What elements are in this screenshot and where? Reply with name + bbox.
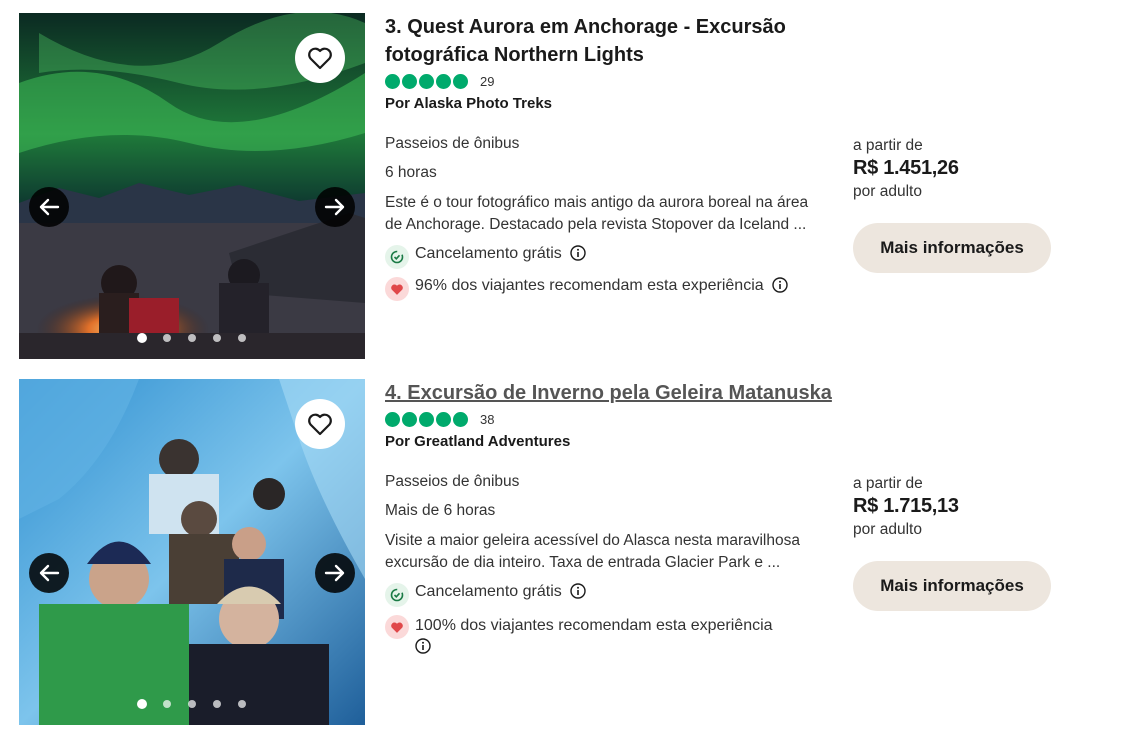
heart-outline-icon bbox=[308, 413, 332, 436]
pagination-dot[interactable] bbox=[137, 333, 147, 343]
tour-category: Passeios de ônibus bbox=[385, 135, 520, 152]
product-card: 3. Quest Aurora em Anchorage - Excursão … bbox=[19, 13, 1129, 359]
tour-category: Passeios de ônibus bbox=[385, 473, 520, 490]
free-cancellation-row: Cancelamento grátis bbox=[385, 583, 845, 607]
rating-bubble-icon bbox=[453, 73, 468, 89]
product-info: 4. Excursão de Inverno pela Geleira Mata… bbox=[385, 379, 845, 659]
info-circle-icon[interactable] bbox=[570, 245, 586, 261]
price-value: R$ 1.451,26 bbox=[853, 157, 959, 179]
more-info-button[interactable]: Mais informações bbox=[853, 561, 1051, 611]
arrow-left-icon bbox=[39, 564, 60, 582]
next-photo-button[interactable] bbox=[315, 187, 355, 227]
free-cancellation-label: Cancelamento grátis bbox=[415, 245, 562, 262]
info-circle-icon[interactable] bbox=[570, 583, 586, 599]
free-cancellation-row: Cancelamento grátis bbox=[385, 245, 845, 269]
pagination-dot[interactable] bbox=[163, 700, 171, 708]
tour-description: Este é o tour fotográfico mais antigo da… bbox=[385, 194, 809, 233]
pagination-dot[interactable] bbox=[137, 699, 147, 709]
pagination-dot[interactable] bbox=[188, 700, 196, 708]
pagination-dot[interactable] bbox=[238, 700, 246, 708]
info-circle-icon[interactable] bbox=[771, 277, 788, 293]
product-info: 3. Quest Aurora em Anchorage - Excursão … bbox=[385, 13, 845, 301]
next-photo-button[interactable] bbox=[315, 553, 355, 593]
recommendation-label: 96% dos viajantes recomendam esta experi… bbox=[415, 277, 764, 294]
operator-name: Por Alaska Photo Treks bbox=[385, 95, 553, 112]
previous-photo-button[interactable] bbox=[29, 187, 69, 227]
rating-bubble-icon bbox=[402, 411, 417, 427]
arrow-right-icon bbox=[324, 198, 345, 216]
pagination-dot[interactable] bbox=[213, 334, 221, 342]
price-column: a partir de R$ 1.451,26 por adulto Mais … bbox=[853, 13, 1073, 273]
rating-bubble-icon bbox=[402, 73, 417, 89]
price-value: R$ 1.715,13 bbox=[853, 495, 959, 517]
pagination-dot[interactable] bbox=[213, 700, 221, 708]
tour-duration: 6 horas bbox=[385, 164, 437, 181]
price-from-label: a partir de bbox=[853, 475, 923, 492]
previous-photo-button[interactable] bbox=[29, 553, 69, 593]
product-photo-aurora[interactable] bbox=[19, 13, 365, 359]
recommendation-row: 100% dos viajantes recomendam esta exper… bbox=[385, 615, 845, 659]
recommendation-row: 96% dos viajantes recomendam esta experi… bbox=[385, 277, 845, 301]
save-favorite-button[interactable] bbox=[295, 33, 345, 83]
recommendation-label: 100% dos viajantes recomendam esta exper… bbox=[415, 617, 773, 634]
heart-filled-icon bbox=[385, 615, 409, 639]
price-per-label: por adulto bbox=[853, 521, 922, 538]
save-favorite-button[interactable] bbox=[295, 399, 345, 449]
photo-pagination-dots bbox=[137, 333, 262, 343]
pagination-dot[interactable] bbox=[238, 334, 246, 342]
tour-duration: Mais de 6 horas bbox=[385, 502, 496, 519]
rating-bubbles bbox=[385, 411, 468, 427]
more-info-button[interactable]: Mais informações bbox=[853, 223, 1051, 273]
pagination-dot[interactable] bbox=[188, 334, 196, 342]
product-title[interactable]: 4. Excursão de Inverno pela Geleira Mata… bbox=[385, 379, 845, 407]
recommendation-label-wrap: 100% dos viajantes recomendam esta exper… bbox=[415, 615, 825, 659]
rating-bubble-icon bbox=[436, 73, 451, 89]
product-card: 4. Excursão de Inverno pela Geleira Mata… bbox=[19, 379, 1129, 725]
price-per-label: por adulto bbox=[853, 183, 922, 200]
refresh-check-icon bbox=[385, 245, 409, 269]
arrow-right-icon bbox=[324, 564, 345, 582]
rating-bubble-icon bbox=[385, 73, 400, 89]
rating-bubble-icon bbox=[436, 411, 451, 427]
rating-bubble-icon bbox=[453, 411, 468, 427]
rating-bubble-icon bbox=[419, 73, 434, 89]
review-count[interactable]: 29 bbox=[480, 74, 494, 89]
product-title[interactable]: 3. Quest Aurora em Anchorage - Excursão … bbox=[385, 13, 845, 69]
arrow-left-icon bbox=[39, 198, 60, 216]
price-from-label: a partir de bbox=[853, 137, 923, 154]
info-circle-icon[interactable] bbox=[415, 638, 431, 654]
refresh-check-icon bbox=[385, 583, 409, 607]
tour-description: Visite a maior geleira acessível do Alas… bbox=[385, 532, 800, 571]
rating-row: 38 bbox=[385, 410, 845, 428]
heart-outline-icon bbox=[308, 47, 332, 70]
heart-filled-icon bbox=[385, 277, 409, 301]
product-photo-glacier[interactable] bbox=[19, 379, 365, 725]
rating-bubble-icon bbox=[419, 411, 434, 427]
operator-name: Por Greatland Adventures bbox=[385, 433, 571, 450]
pagination-dot[interactable] bbox=[163, 334, 171, 342]
rating-row: 29 bbox=[385, 72, 845, 90]
photo-pagination-dots bbox=[137, 699, 262, 709]
free-cancellation-label: Cancelamento grátis bbox=[415, 583, 562, 600]
rating-bubbles bbox=[385, 73, 468, 89]
review-count[interactable]: 38 bbox=[480, 412, 494, 427]
price-column: a partir de R$ 1.715,13 por adulto Mais … bbox=[853, 379, 1073, 611]
rating-bubble-icon bbox=[385, 411, 400, 427]
